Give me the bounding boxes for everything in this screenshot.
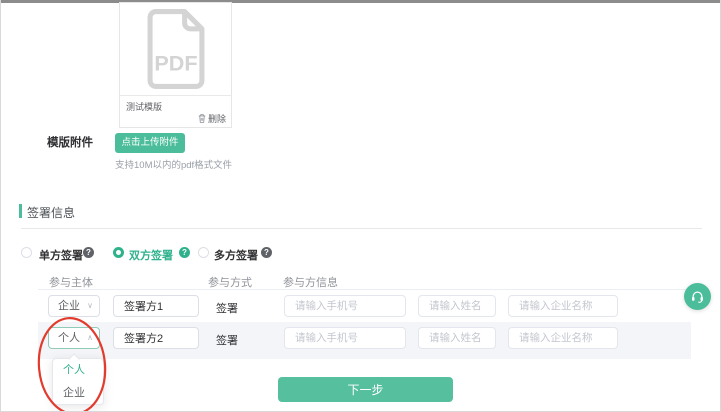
company-name-input-row2[interactable] — [508, 327, 618, 349]
phone-input-row2[interactable] — [284, 327, 406, 349]
radio-single-sign[interactable] — [21, 247, 32, 258]
help-icon[interactable]: ? — [179, 247, 190, 258]
customer-service-fab[interactable] — [684, 283, 711, 310]
dropdown-option-person[interactable]: 个人 — [53, 359, 103, 382]
person-name-input-row2[interactable] — [418, 327, 496, 349]
company-name-input-row1[interactable] — [508, 295, 618, 317]
delete-label: 删除 — [208, 112, 226, 125]
contract-template-form: PDF 测试模版 删除 模版附件 点击上传附件 支持10M以内的pdf格式文件 … — [0, 0, 721, 412]
delete-file-button[interactable]: 删除 — [198, 112, 226, 125]
phone-input-row1[interactable] — [284, 295, 406, 317]
section-title: 签署信息 — [27, 204, 75, 221]
subject-select-row1[interactable]: 企业 ∨ — [48, 295, 100, 317]
attachment-field-label: 模版附件 — [47, 134, 93, 150]
headset-icon — [690, 289, 705, 304]
radio-multi-sign-label[interactable]: 多方签署 — [214, 247, 258, 263]
method-text-row2: 签署 — [216, 332, 238, 348]
radio-dual-sign-label[interactable]: 双方签署 — [129, 247, 173, 263]
chevron-down-icon: ∨ — [87, 296, 93, 316]
pdf-file-icon: PDF — [120, 3, 231, 95]
col-header-method: 参与方式 — [208, 274, 252, 290]
section-divider — [21, 228, 702, 229]
help-icon[interactable]: ? — [261, 247, 272, 258]
table-header-divider — [38, 289, 691, 290]
signer-name-input-row2[interactable] — [113, 327, 199, 349]
upload-hint: 支持10M以内的pdf格式文件 — [115, 157, 232, 171]
chevron-up-icon: ∧ — [87, 328, 93, 348]
person-name-input-row1[interactable] — [418, 295, 496, 317]
subject-select-row2-value: 个人 — [58, 332, 80, 344]
radio-single-sign-label[interactable]: 单方签署 — [39, 247, 83, 263]
top-border-bar — [1, 0, 720, 3]
upload-attachment-button[interactable]: 点击上传附件 — [115, 133, 185, 153]
next-step-button[interactable]: 下一步 — [278, 377, 453, 402]
subject-select-row2[interactable]: 个人 ∧ — [48, 327, 100, 349]
dropdown-option-company[interactable]: 企业 — [53, 382, 103, 405]
template-file-card: PDF 测试模版 删除 — [119, 2, 232, 128]
help-icon[interactable]: ? — [83, 247, 94, 258]
radio-dual-sign[interactable] — [113, 247, 124, 258]
col-header-subject: 参与主体 — [49, 274, 93, 290]
method-text-row1: 签署 — [216, 300, 238, 316]
subject-select-row1-value: 企业 — [58, 300, 80, 312]
trash-icon — [198, 114, 206, 123]
pdf-label: PDF — [154, 51, 197, 76]
subject-dropdown-menu: 个人 企业 — [52, 358, 104, 405]
col-header-info: 参与方信息 — [283, 274, 338, 290]
radio-multi-sign[interactable] — [198, 247, 209, 258]
file-meta: 测试模版 删除 — [120, 95, 231, 128]
file-name: 测试模版 — [126, 100, 162, 113]
signer-name-input-row1[interactable] — [113, 295, 199, 317]
section-accent-bar — [19, 204, 22, 218]
